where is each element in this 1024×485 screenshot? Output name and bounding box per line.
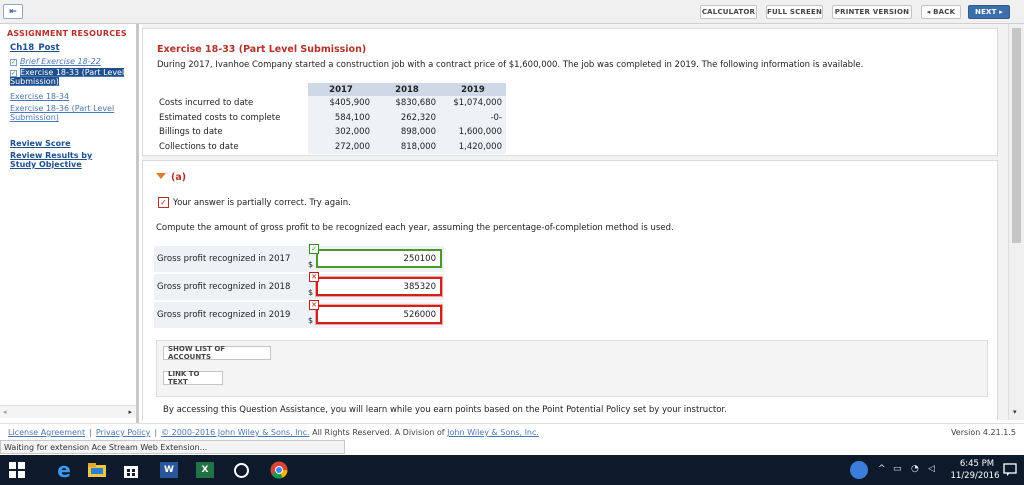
calculator-button[interactable]: CALCULATOR [700, 5, 757, 19]
battery-icon[interactable]: ▭ [893, 464, 902, 474]
column-header: 2017 [308, 83, 374, 96]
scroll-right-icon[interactable]: ▸ [128, 408, 132, 416]
cortana-icon[interactable] [230, 459, 252, 481]
notifications-icon[interactable] [999, 459, 1021, 481]
link-to-text-button[interactable]: LINK TO TEXT [163, 370, 223, 386]
main-content: Exercise 18-33 (Part Level Submission) D… [142, 24, 1008, 420]
assignment-resources-panel: ASSIGNMENT RESOURCES Ch18_Post ✓ Brief Ex… [0, 24, 139, 423]
gross-profit-2018-input[interactable] [316, 277, 442, 296]
part-a-toggle[interactable]: (a) [156, 172, 186, 183]
sidebar-item-brief-exercise[interactable]: ✓ Brief Exercise 18-22 [10, 57, 128, 66]
table-row: Costs incurred to date $405,900 $830,680… [155, 96, 506, 111]
gross-profit-2017-input[interactable] [316, 249, 442, 268]
printer-version-button[interactable]: PRINTER VERSION [832, 5, 912, 19]
excel-icon[interactable]: X [194, 459, 216, 481]
network-sync-icon[interactable] [848, 459, 870, 481]
next-button[interactable]: NEXT ▸ [968, 5, 1010, 19]
review-results-link[interactable]: Review Results by Study Objective [10, 151, 120, 169]
footer-links: License Agreement | Privacy Policy | © 2000-… [8, 428, 539, 437]
word-icon[interactable]: W [158, 459, 180, 481]
page-footer: License Agreement | Privacy Policy | © 2000-… [0, 423, 1024, 440]
partial-correct-status: ✓ Your answer is partially correct. Try … [158, 197, 351, 208]
license-agreement-link[interactable]: License Agreement [8, 428, 85, 437]
wifi-icon[interactable]: ◔ [911, 464, 919, 474]
gross-profit-2019-input[interactable] [316, 305, 442, 324]
browser-status-bar: Waiting for extension Ace Stream Web Ext… [0, 440, 345, 454]
version-label: Version 4.21.1.5 [950, 428, 1016, 437]
windows-taskbar: e W X ^ ▭ ◔ ◁ 6:45 PM 11/29/2016 [0, 455, 1024, 485]
table-row: Billings to date 302,000 898,000 1,600,0… [155, 125, 506, 140]
column-header: 2018 [374, 83, 440, 96]
chapter-link[interactable]: Ch18_Post [10, 43, 60, 53]
checkbox-icon: ✓ [10, 59, 17, 66]
sidebar-item-exercise-18-36[interactable]: Exercise 18-36 (Part Level Submission) [10, 104, 128, 122]
sidebar-item-exercise-18-34[interactable]: Exercise 18-34 [10, 92, 128, 101]
exercise-title: Exercise 18-33 (Part Level Submission) [157, 44, 367, 55]
back-button[interactable]: ◂ BACK [921, 5, 961, 19]
windows-start-icon[interactable] [6, 459, 28, 481]
clock-time[interactable]: 6:45 PM [957, 459, 997, 469]
sidebar-item-exercise-18-33[interactable]: ✓ Exercise 18-33 (Part Level Submission) [10, 68, 128, 86]
volume-icon[interactable]: ◁ [928, 464, 935, 474]
store-icon[interactable] [120, 459, 142, 481]
show-hidden-icons-icon[interactable]: ^ [878, 464, 886, 474]
exercise-description: During 2017, Ivanhoe Company started a c… [157, 60, 864, 70]
question-instruction: Compute the amount of gross profit to be… [156, 223, 674, 233]
table-row: Collections to date 272,000 818,000 1,42… [155, 139, 506, 154]
top-toolbar: ⇤ CALCULATOR FULL SCREEN PRINTER VERSION… [0, 0, 1024, 24]
scroll-down-icon[interactable]: ▾ [1013, 408, 1017, 416]
gross-profit-row-2017: Gross profit recognized in 2017 $ ✓ [154, 244, 444, 272]
review-score-link[interactable]: Review Score [10, 139, 120, 148]
resources-title: ASSIGNMENT RESOURCES [7, 29, 127, 38]
gross-profit-row-2019: Gross profit recognized in 2019 $ ✕ [154, 300, 444, 328]
checkbox-icon: ✓ [10, 70, 17, 77]
exit-icon[interactable]: ⇤ [3, 4, 23, 19]
scroll-left-icon[interactable]: ◂ [3, 408, 7, 416]
company-link[interactable]: John Wiley & Sons, Inc. [447, 428, 539, 437]
full-screen-button[interactable]: FULL SCREEN [766, 5, 823, 19]
scrollbar-thumb[interactable] [1012, 28, 1021, 243]
copyright-link[interactable]: © 2000-2016 John Wiley & Sons, Inc. [161, 428, 309, 437]
show-list-of-accounts-button[interactable]: SHOW LIST OF ACCOUNTS [163, 345, 271, 361]
clock-date[interactable]: 11/29/2016 [950, 471, 1000, 481]
incorrect-x-icon: ✕ [309, 272, 319, 282]
correct-check-icon: ✓ [309, 244, 319, 254]
rights-text: All Rights Reserved. A Division of [312, 428, 445, 437]
file-explorer-icon[interactable] [86, 459, 108, 481]
question-assistance-note: By accessing this Question Assistance, y… [163, 405, 727, 415]
exercise-card: Exercise 18-33 (Part Level Submission) D… [142, 28, 998, 156]
privacy-policy-link[interactable]: Privacy Policy [96, 428, 151, 437]
horizontal-scrollbar[interactable]: ◂ ▸ [0, 405, 136, 418]
vertical-scrollbar[interactable]: ▾ [1008, 24, 1024, 420]
gross-profit-row-2018: Gross profit recognized in 2018 $ ✕ [154, 272, 444, 300]
partial-check-icon: ✓ [158, 197, 169, 208]
caret-down-icon [156, 173, 166, 179]
chrome-icon[interactable] [268, 459, 290, 481]
cost-data-table: 2017 2018 2019 Costs incurred to date $4… [155, 83, 506, 154]
table-row: Estimated costs to complete 584,100 262,… [155, 110, 506, 125]
column-header: 2019 [440, 83, 506, 96]
accounts-box: SHOW LIST OF ACCOUNTS LINK TO TEXT [156, 340, 988, 397]
edge-browser-icon[interactable]: e [53, 458, 75, 482]
incorrect-x-icon: ✕ [309, 300, 319, 310]
